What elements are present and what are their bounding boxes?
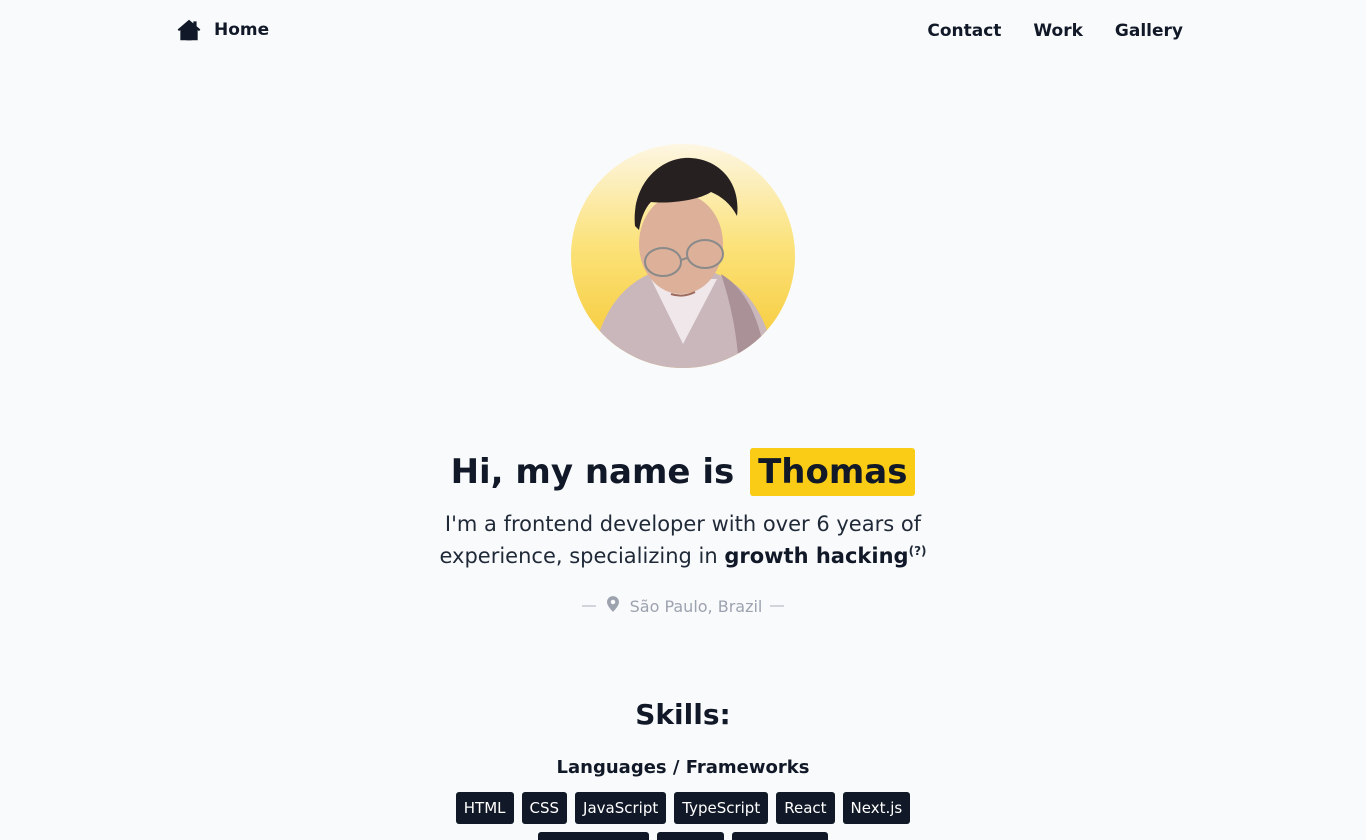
hero-headline: Hi, my name is Thomas <box>0 448 1366 496</box>
location-text: São Paulo, Brazil <box>629 596 763 616</box>
footnote-link[interactable]: (?) <box>909 544 927 558</box>
skill-tags: HTML CSS JavaScript TypeScript React Nex… <box>0 792 1366 824</box>
skill-tag: TypeScript <box>674 792 769 824</box>
greeting-text: Hi, my name is <box>450 452 735 492</box>
skill-tags-second-row <box>0 832 1366 840</box>
skill-tag: HTML <box>455 792 514 824</box>
nav-links: Contact Work Gallery <box>927 21 1183 41</box>
divider-left <box>581 605 596 607</box>
skill-tag: Next.js <box>842 792 911 824</box>
top-nav: Home Contact Work Gallery <box>0 0 1366 64</box>
skill-tag: CSS <box>521 792 568 824</box>
skills-category: Languages / Frameworks <box>556 757 810 778</box>
home-label: Home <box>214 20 270 40</box>
skill-tag-cropped <box>538 832 649 840</box>
home-link[interactable]: Home <box>176 17 269 43</box>
home-icon <box>176 17 202 43</box>
intro-bold: growth hacking <box>724 544 909 568</box>
nav-link-work[interactable]: Work <box>1033 21 1083 41</box>
intro-text: I'm a frontend developer with over 6 yea… <box>433 508 933 572</box>
map-pin-icon <box>604 594 622 618</box>
location: São Paulo, Brazil <box>0 594 1366 618</box>
skill-tag-cropped <box>657 832 724 840</box>
skill-tag: React <box>776 792 835 824</box>
skill-tag: JavaScript <box>575 792 667 824</box>
nav-link-contact[interactable]: Contact <box>927 21 1001 41</box>
skills-title: Skills: <box>635 698 731 731</box>
name-highlight: Thomas <box>750 448 916 496</box>
divider-right <box>770 605 785 607</box>
nav-link-gallery[interactable]: Gallery <box>1115 21 1183 41</box>
skill-tag-cropped <box>732 832 828 840</box>
avatar <box>571 144 795 368</box>
